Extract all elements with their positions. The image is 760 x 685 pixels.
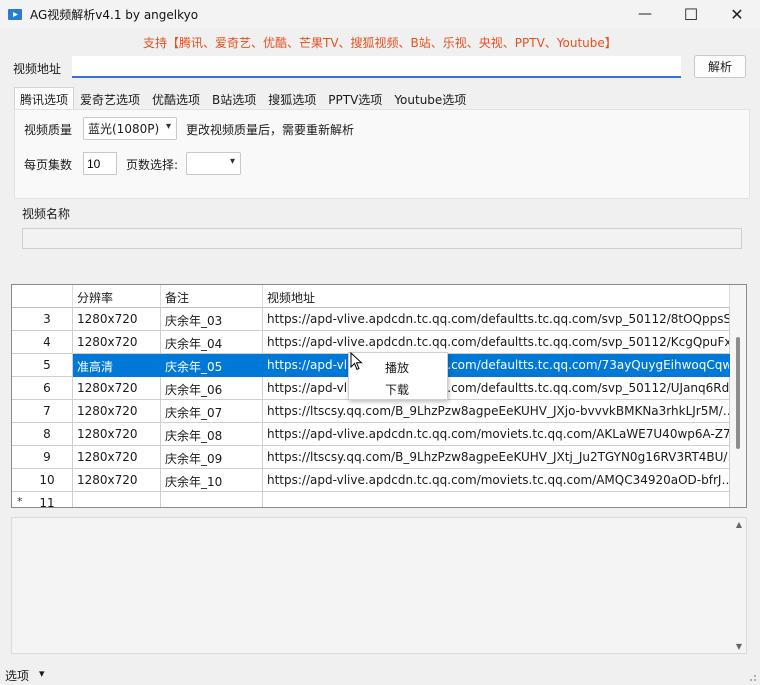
note-cell[interactable]: 庆余年_05 <box>161 354 263 377</box>
options-label: 选项 <box>5 669 30 683</box>
resolution-cell[interactable]: 1280x720 <box>73 446 161 469</box>
quality-note: 更改视频质量后，需要重新解析 <box>186 123 355 137</box>
row-number[interactable]: 7 <box>12 400 73 423</box>
chevron-down-icon: ▾ <box>229 156 235 167</box>
parse-button[interactable]: 解析 <box>694 55 746 78</box>
maximize-button[interactable]: ☐ <box>668 0 714 28</box>
resolution-cell[interactable]: 1280x720 <box>73 400 161 423</box>
app-icon <box>8 9 22 20</box>
table-vertical-scrollbar[interactable] <box>730 285 746 507</box>
column-header-video-url[interactable]: 视频地址 <box>263 285 730 308</box>
tab-sohu[interactable]: 搜狐选项 <box>262 87 322 109</box>
tab-youtube[interactable]: Youtube选项 <box>388 87 472 109</box>
title-bar: AG视频解析v4.1 by angelkyo — ☐ ✕ <box>0 0 760 28</box>
tab-youku[interactable]: 优酷选项 <box>146 87 206 109</box>
table-row[interactable]: 8 1280x720 庆余年_08 https://apd-vlive.apdcdn.… <box>12 423 730 446</box>
caret-down-icon: ▾ <box>39 667 45 680</box>
episodes-per-page-label: 每页集数 <box>24 158 73 172</box>
video-quality-value: 蓝光(1080P) <box>88 122 160 136</box>
row-number[interactable]: 3 <box>12 308 73 331</box>
page-select[interactable]: ▾ <box>186 152 241 175</box>
video-url-cell[interactable]: https://apd-vlive.apdcdn.tc.qq.com/defau… <box>263 308 730 331</box>
note-cell[interactable] <box>161 492 263 507</box>
tab-tencent[interactable]: 腾讯选项 <box>14 87 75 109</box>
log-text-area[interactable]: ▲ ▼ <box>11 517 747 654</box>
note-cell[interactable]: 庆余年_06 <box>161 377 263 400</box>
resolution-cell[interactable]: 准高清 <box>73 354 161 377</box>
note-cell[interactable]: 庆余年_08 <box>161 423 263 446</box>
episodes-per-page-input[interactable] <box>83 152 117 175</box>
row-number[interactable]: 11 <box>12 492 73 507</box>
note-cell[interactable]: 庆余年_07 <box>161 400 263 423</box>
resolution-cell[interactable]: 1280x720 <box>73 423 161 446</box>
resolution-cell[interactable]: 1280x720 <box>73 469 161 492</box>
column-header-note[interactable]: 备注 <box>161 285 263 308</box>
mouse-cursor-icon <box>350 352 363 371</box>
resize-grip-icon[interactable] <box>747 672 757 682</box>
video-url-input[interactable] <box>72 56 681 78</box>
row-number[interactable]: 8 <box>12 423 73 446</box>
table-corner-header <box>12 285 73 308</box>
video-url-cell[interactable]: https://apd-vlive.apdcdn.tc.qq.com/defau… <box>263 354 730 377</box>
note-cell[interactable]: 庆余年_03 <box>161 308 263 331</box>
row-number[interactable]: 5 <box>12 354 73 377</box>
video-url-cell[interactable]: https://apd-vlive.apdcdn.tc.qq.com/defau… <box>263 331 730 354</box>
context-menu-download[interactable]: 下载 <box>349 377 447 399</box>
video-quality-label: 视频质量 <box>24 123 73 137</box>
note-cell[interactable]: 庆余年_10 <box>161 469 263 492</box>
window-title: AG视频解析v4.1 by angelkyo <box>30 8 199 22</box>
close-button[interactable]: ✕ <box>714 0 760 28</box>
tab-bilibili[interactable]: B站选项 <box>206 87 262 109</box>
resolution-cell[interactable]: 1280x720 <box>73 331 161 354</box>
video-name-field[interactable] <box>22 228 742 249</box>
chevron-down-icon: ▾ <box>165 121 171 132</box>
video-url-cell[interactable]: https://apd-vlive.apdcdn.tc.qq.com/movie… <box>263 423 730 446</box>
minimize-icon: — <box>638 6 652 22</box>
supported-sites-banner: 支持【腾讯、爱奇艺、优酷、芒果TV、搜狐视频、B站、乐视、央视、PPTV、You… <box>143 36 617 50</box>
column-header-resolution[interactable]: 分辨率 <box>73 285 161 308</box>
video-url-cell[interactable] <box>263 492 730 507</box>
note-cell[interactable]: 庆余年_04 <box>161 331 263 354</box>
page-select-label: 页数选择: <box>126 158 179 172</box>
note-cell[interactable]: 庆余年_09 <box>161 446 263 469</box>
resolution-cell[interactable]: 1280x720 <box>73 377 161 400</box>
scrollbar-thumb[interactable] <box>736 337 740 449</box>
maximize-icon: ☐ <box>683 4 699 24</box>
site-tabs: 腾讯选项 爱奇艺选项 优酷选项 B站选项 搜狐选项 PPTV选项 Youtube… <box>14 87 472 109</box>
table-row[interactable]: 3 1280x720 庆余年_03 https://apd-vlive.apdcdn.… <box>12 308 730 331</box>
row-number[interactable]: 4 <box>12 331 73 354</box>
options-dropdown-button[interactable]: 选项 ▾ <box>5 667 45 684</box>
resolution-cell[interactable]: 1280x720 <box>73 308 161 331</box>
table-row[interactable]: 9 1280x720 庆余年_09 https://ltscsy.qq.com/B_9… <box>12 446 730 469</box>
table-row[interactable]: 4 1280x720 庆余年_04 https://apd-vlive.apdcdn.… <box>12 331 730 354</box>
scroll-down-icon[interactable]: ▼ <box>736 642 742 651</box>
scroll-up-icon[interactable]: ▲ <box>736 520 742 529</box>
row-number[interactable]: 6 <box>12 377 73 400</box>
resolution-cell[interactable] <box>73 492 161 507</box>
video-url-label: 视频地址 <box>13 62 62 76</box>
video-url-cell[interactable]: https://ltscsy.qq.com/B_9LhzPzw8agpeEeKU… <box>263 446 730 469</box>
close-icon: ✕ <box>730 4 744 24</box>
video-quality-select[interactable]: 蓝光(1080P) ▾ <box>83 117 177 140</box>
context-menu-play[interactable]: 播放 <box>349 355 447 377</box>
video-name-label: 视频名称 <box>22 207 71 221</box>
video-url-cell[interactable]: https://apd-vlive.apdcdn.tc.qq.com/defau… <box>263 377 730 400</box>
minimize-button[interactable]: — <box>622 0 668 28</box>
context-menu: 播放 下载 <box>348 352 448 400</box>
tab-pptv[interactable]: PPTV选项 <box>322 87 388 109</box>
table-row[interactable]: 10 1280x720 庆余年_10 https://apd-vlive.apdcdn… <box>12 469 730 492</box>
video-url-cell[interactable]: https://apd-vlive.apdcdn.tc.qq.com/movie… <box>263 469 730 492</box>
row-number[interactable]: 10 <box>12 469 73 492</box>
tab-iqiyi[interactable]: 爱奇艺选项 <box>74 87 146 109</box>
table-row[interactable]: * 11 <box>12 492 730 507</box>
status-bar: 选项 ▾ <box>0 663 760 685</box>
table-row[interactable]: 7 1280x720 庆余年_07 https://ltscsy.qq.com/B_9… <box>12 400 730 423</box>
video-url-cell[interactable]: https://ltscsy.qq.com/B_9LhzPzw8agpeEeKU… <box>263 400 730 423</box>
row-number[interactable]: 9 <box>12 446 73 469</box>
